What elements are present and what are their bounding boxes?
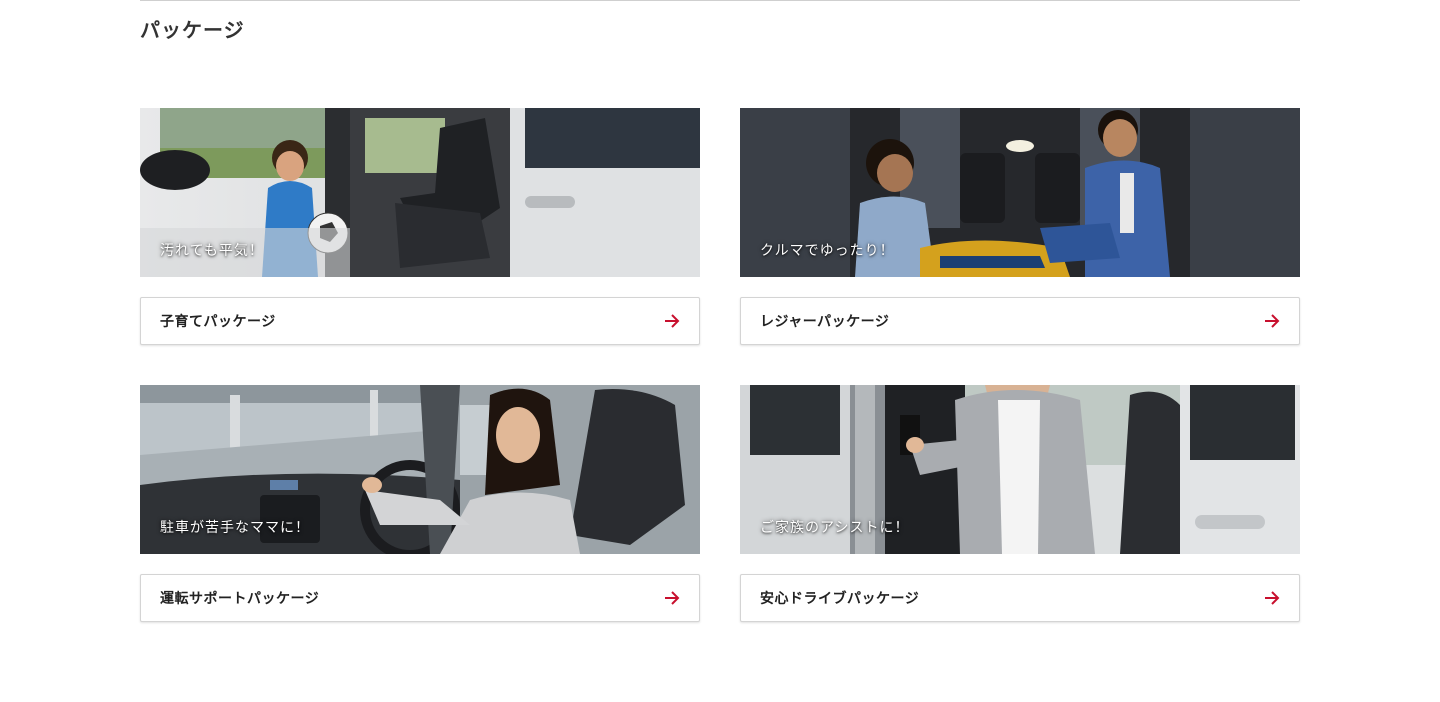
section-title: パッケージ — [140, 18, 245, 42]
package-caption: ご家族のアシストに！ — [760, 520, 910, 536]
arrow-right-icon — [665, 591, 680, 605]
package-card-leisure: クルマでゆったり！ レジャーパッケージ — [740, 108, 1300, 345]
section-divider — [140, 0, 1300, 1]
package-photo-leisure: クルマでゆったり！ — [740, 108, 1300, 277]
driving-support-package-link[interactable]: 運転サポートパッケージ — [140, 574, 700, 622]
arrow-right-icon — [665, 314, 680, 328]
package-link-label: 子育てパッケージ — [160, 314, 276, 330]
package-card-childcare: 汚れても平気！ 子育てパッケージ — [140, 108, 700, 345]
package-caption: 汚れても平気！ — [160, 243, 264, 259]
package-link-label: 安心ドライブパッケージ — [760, 591, 920, 607]
package-photo-safe-drive: ご家族のアシストに！ — [740, 385, 1300, 554]
package-link-label: レジャーパッケージ — [760, 314, 890, 330]
package-caption: 駐車が苦手なママに！ — [160, 520, 310, 536]
safe-drive-package-link[interactable]: 安心ドライブパッケージ — [740, 574, 1300, 622]
package-photo-childcare: 汚れても平気！ — [140, 108, 700, 277]
arrow-right-icon — [1265, 314, 1280, 328]
package-card-driving-support: 駐車が苦手なママに！ 運転サポートパッケージ — [140, 385, 700, 622]
package-link-label: 運転サポートパッケージ — [160, 591, 320, 607]
arrow-right-icon — [1265, 591, 1280, 605]
package-section: パッケージ 汚れても平気！ 子育てパッケージ クルマでゆったり！ レジャーパッケ… — [0, 0, 1440, 702]
childcare-package-link[interactable]: 子育てパッケージ — [140, 297, 700, 345]
package-photo-driving-support: 駐車が苦手なママに！ — [140, 385, 700, 554]
package-caption: クルマでゆったり！ — [760, 243, 895, 259]
package-card-safe-drive: ご家族のアシストに！ 安心ドライブパッケージ — [740, 385, 1300, 622]
leisure-package-link[interactable]: レジャーパッケージ — [740, 297, 1300, 345]
